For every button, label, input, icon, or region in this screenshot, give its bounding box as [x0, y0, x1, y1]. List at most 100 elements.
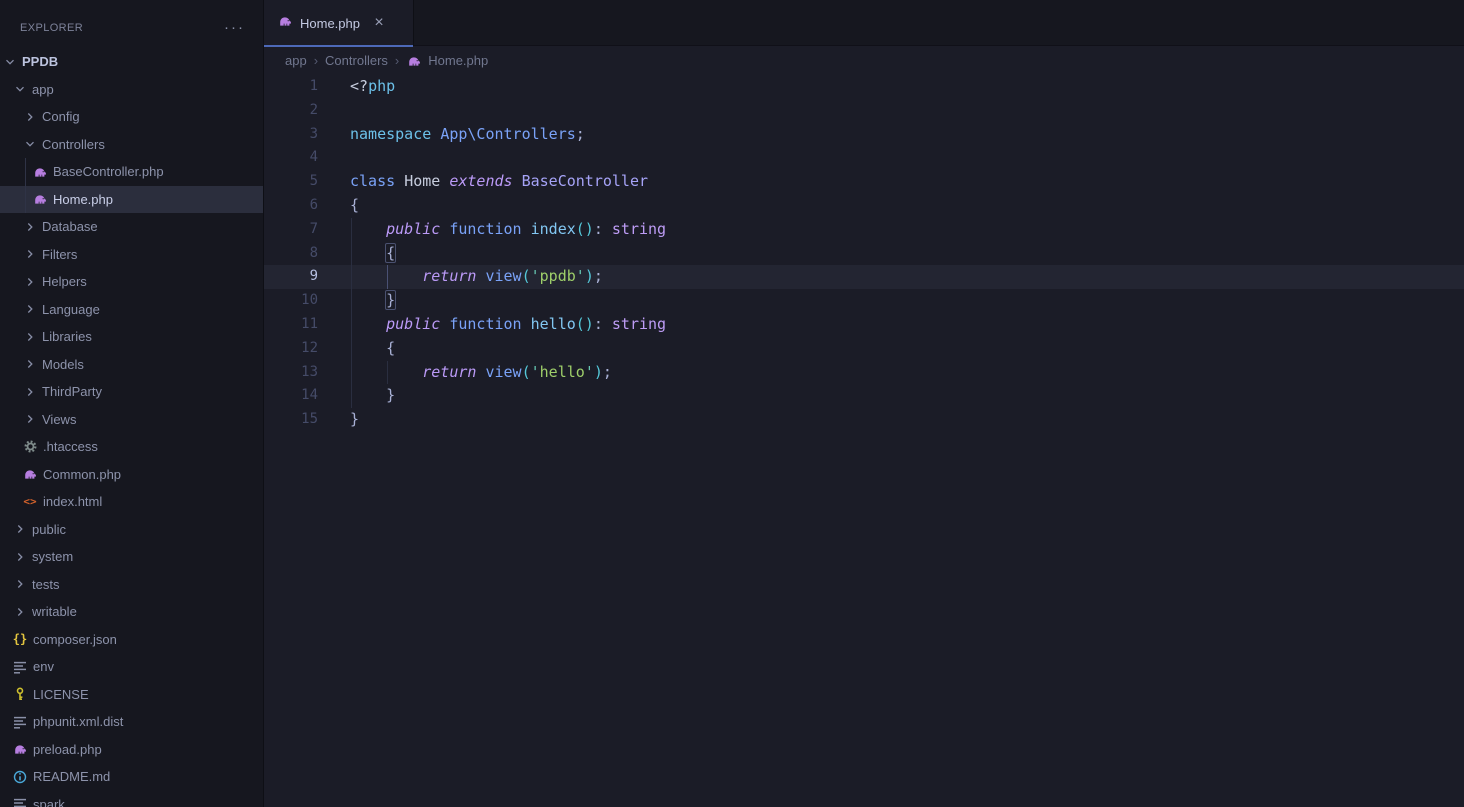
tree-folder-libraries[interactable]: Libraries: [0, 323, 263, 351]
tree-file-spark[interactable]: spark: [0, 791, 263, 807]
line-number[interactable]: 12: [264, 337, 318, 361]
tree-item-label: writable: [32, 604, 77, 620]
line-number[interactable]: 4: [264, 146, 318, 170]
tab-home-php[interactable]: Home.php ×: [264, 0, 414, 47]
tree-item-label: Database: [42, 219, 98, 235]
tree-folder-public[interactable]: public: [0, 516, 263, 544]
code-line-6: 6{: [264, 194, 1464, 218]
line-number[interactable]: 1: [264, 75, 318, 99]
line-number[interactable]: 8: [264, 242, 318, 266]
gear-icon: [24, 440, 36, 453]
tree-file-env[interactable]: env: [0, 653, 263, 681]
breadcrumb-item-app[interactable]: app: [285, 53, 307, 68]
line-content: <?php: [350, 77, 396, 95]
line-number[interactable]: 7: [264, 218, 318, 242]
line-number[interactable]: 3: [264, 123, 318, 147]
php-file-icon: [277, 13, 293, 34]
line-number[interactable]: 13: [264, 361, 318, 385]
chevron-right-icon: [27, 332, 33, 341]
tree-item-label: phpunit.xml.dist: [33, 714, 124, 730]
chevron-down-icon: [6, 59, 14, 65]
chevron-right-icon: [27, 360, 33, 369]
code-line-10: 10 }: [264, 289, 1464, 313]
line-number[interactable]: 5: [264, 170, 318, 194]
tree-folder-helpers[interactable]: Helpers: [0, 268, 263, 296]
tree-item-label: Home.php: [53, 191, 113, 207]
code-line-7: 7 public function index(): string: [264, 218, 1464, 242]
tree-folder-thirdparty[interactable]: ThirdParty: [0, 378, 263, 406]
more-actions-icon[interactable]: ···: [224, 20, 245, 35]
tree-item-label: BaseController.php: [53, 164, 164, 180]
tree-folder-writable[interactable]: writable: [0, 598, 263, 626]
license-key-icon: [16, 687, 24, 701]
php-elephant-icon: [15, 745, 26, 754]
tree-indent-guide: [25, 158, 26, 213]
tree-item-label: Filters: [42, 246, 78, 262]
vscode-window: EXPLORER ··· PPDB app Config Controllers Bas…: [0, 0, 1464, 807]
tree-file-home-php[interactable]: Home.php: [0, 185, 263, 213]
code-area[interactable]: 1 <?php 2 3 namespace App\Controllers; 4 5 clas…: [264, 75, 1464, 807]
breadcrumb-item-controllers[interactable]: › Controllers: [307, 53, 388, 68]
tree-file--htaccess[interactable]: .htaccess: [0, 433, 263, 461]
tree-folder-views[interactable]: Views: [0, 406, 263, 434]
tree-folder-config[interactable]: Config: [0, 103, 263, 131]
indent-guide-active: [386, 265, 388, 290]
line-number[interactable]: 11: [264, 313, 318, 337]
tree-folder-tests[interactable]: tests: [0, 571, 263, 599]
tree-file-index-html[interactable]: <> index.html: [0, 488, 263, 516]
line-content: return view('hello');: [422, 362, 612, 381]
tree-item-label: .htaccess: [43, 439, 98, 455]
json-braces-icon: {}: [12, 632, 28, 647]
breadcrumb-item-home-php[interactable]: › Home.php: [388, 53, 488, 69]
code-line-12: 12 {: [264, 337, 1464, 361]
editor-area: Home.php × app › Controllers › Home.php 1 <?p…: [264, 0, 1464, 807]
tree-file-preload-php[interactable]: preload.php: [0, 736, 263, 764]
line-number[interactable]: 2: [264, 99, 318, 123]
tree-item-label: public: [32, 521, 66, 537]
tree-file-readme-md[interactable]: README.md: [0, 763, 263, 791]
breadcrumb-label: Home.php: [428, 53, 489, 68]
tree-folder-models[interactable]: Models: [0, 351, 263, 379]
tree-file-basecontroller-php[interactable]: BaseController.php: [0, 158, 263, 186]
breadcrumb-separator: ›: [313, 53, 319, 68]
code-line-5: 5 class Home extends BaseController: [264, 170, 1464, 194]
tree-folder-app[interactable]: app: [0, 76, 263, 104]
tab-close-icon[interactable]: ×: [370, 14, 388, 32]
chevron-right-icon: [27, 112, 33, 121]
line-number[interactable]: 15: [264, 408, 318, 432]
tree-folder-filters[interactable]: Filters: [0, 241, 263, 269]
tree-file-composer-json[interactable]: {} composer.json: [0, 626, 263, 654]
tree-item-label: PPDB: [22, 54, 59, 70]
tree-item-label: Common.php: [43, 466, 122, 482]
php-elephant-icon: [25, 470, 36, 479]
line-content: {: [386, 243, 396, 262]
tree-item-label: Controllers: [42, 136, 105, 152]
chevron-right-icon: [27, 222, 33, 231]
tree-item-label: app: [32, 81, 54, 97]
tree-folder-ppdb[interactable]: PPDB: [0, 48, 263, 76]
code-line-1: 1 <?php: [264, 75, 1464, 99]
tree-item-label: README.md: [33, 769, 111, 785]
file-tree: PPDB app Config Controllers BaseController.p…: [0, 48, 263, 807]
tree-folder-system[interactable]: system: [0, 543, 263, 571]
tree-file-phpunit-xml-dist[interactable]: phpunit.xml.dist: [0, 708, 263, 736]
line-number[interactable]: 14: [264, 384, 318, 408]
explorer-title: EXPLORER: [20, 22, 84, 34]
code-line-3: 3 namespace App\Controllers;: [264, 123, 1464, 147]
tree-item-label: tests: [32, 576, 60, 592]
php-elephant-icon: [280, 16, 291, 26]
tree-file-common-php[interactable]: Common.php: [0, 461, 263, 489]
tree-folder-database[interactable]: Database: [0, 213, 263, 241]
line-number[interactable]: 10: [264, 289, 318, 313]
chevron-right-icon: [27, 277, 33, 286]
tree-file-license[interactable]: LICENSE: [0, 681, 263, 709]
html-code-icon: <>: [23, 495, 37, 509]
tree-item-label: preload.php: [33, 741, 102, 757]
line-content: {: [350, 195, 360, 214]
chevron-right-icon: [27, 415, 33, 424]
line-number[interactable]: 9: [264, 265, 318, 289]
tree-folder-language[interactable]: Language: [0, 296, 263, 324]
tree-item-label: env: [33, 659, 54, 675]
tree-folder-controllers[interactable]: Controllers: [0, 131, 263, 159]
line-number[interactable]: 6: [264, 194, 318, 218]
